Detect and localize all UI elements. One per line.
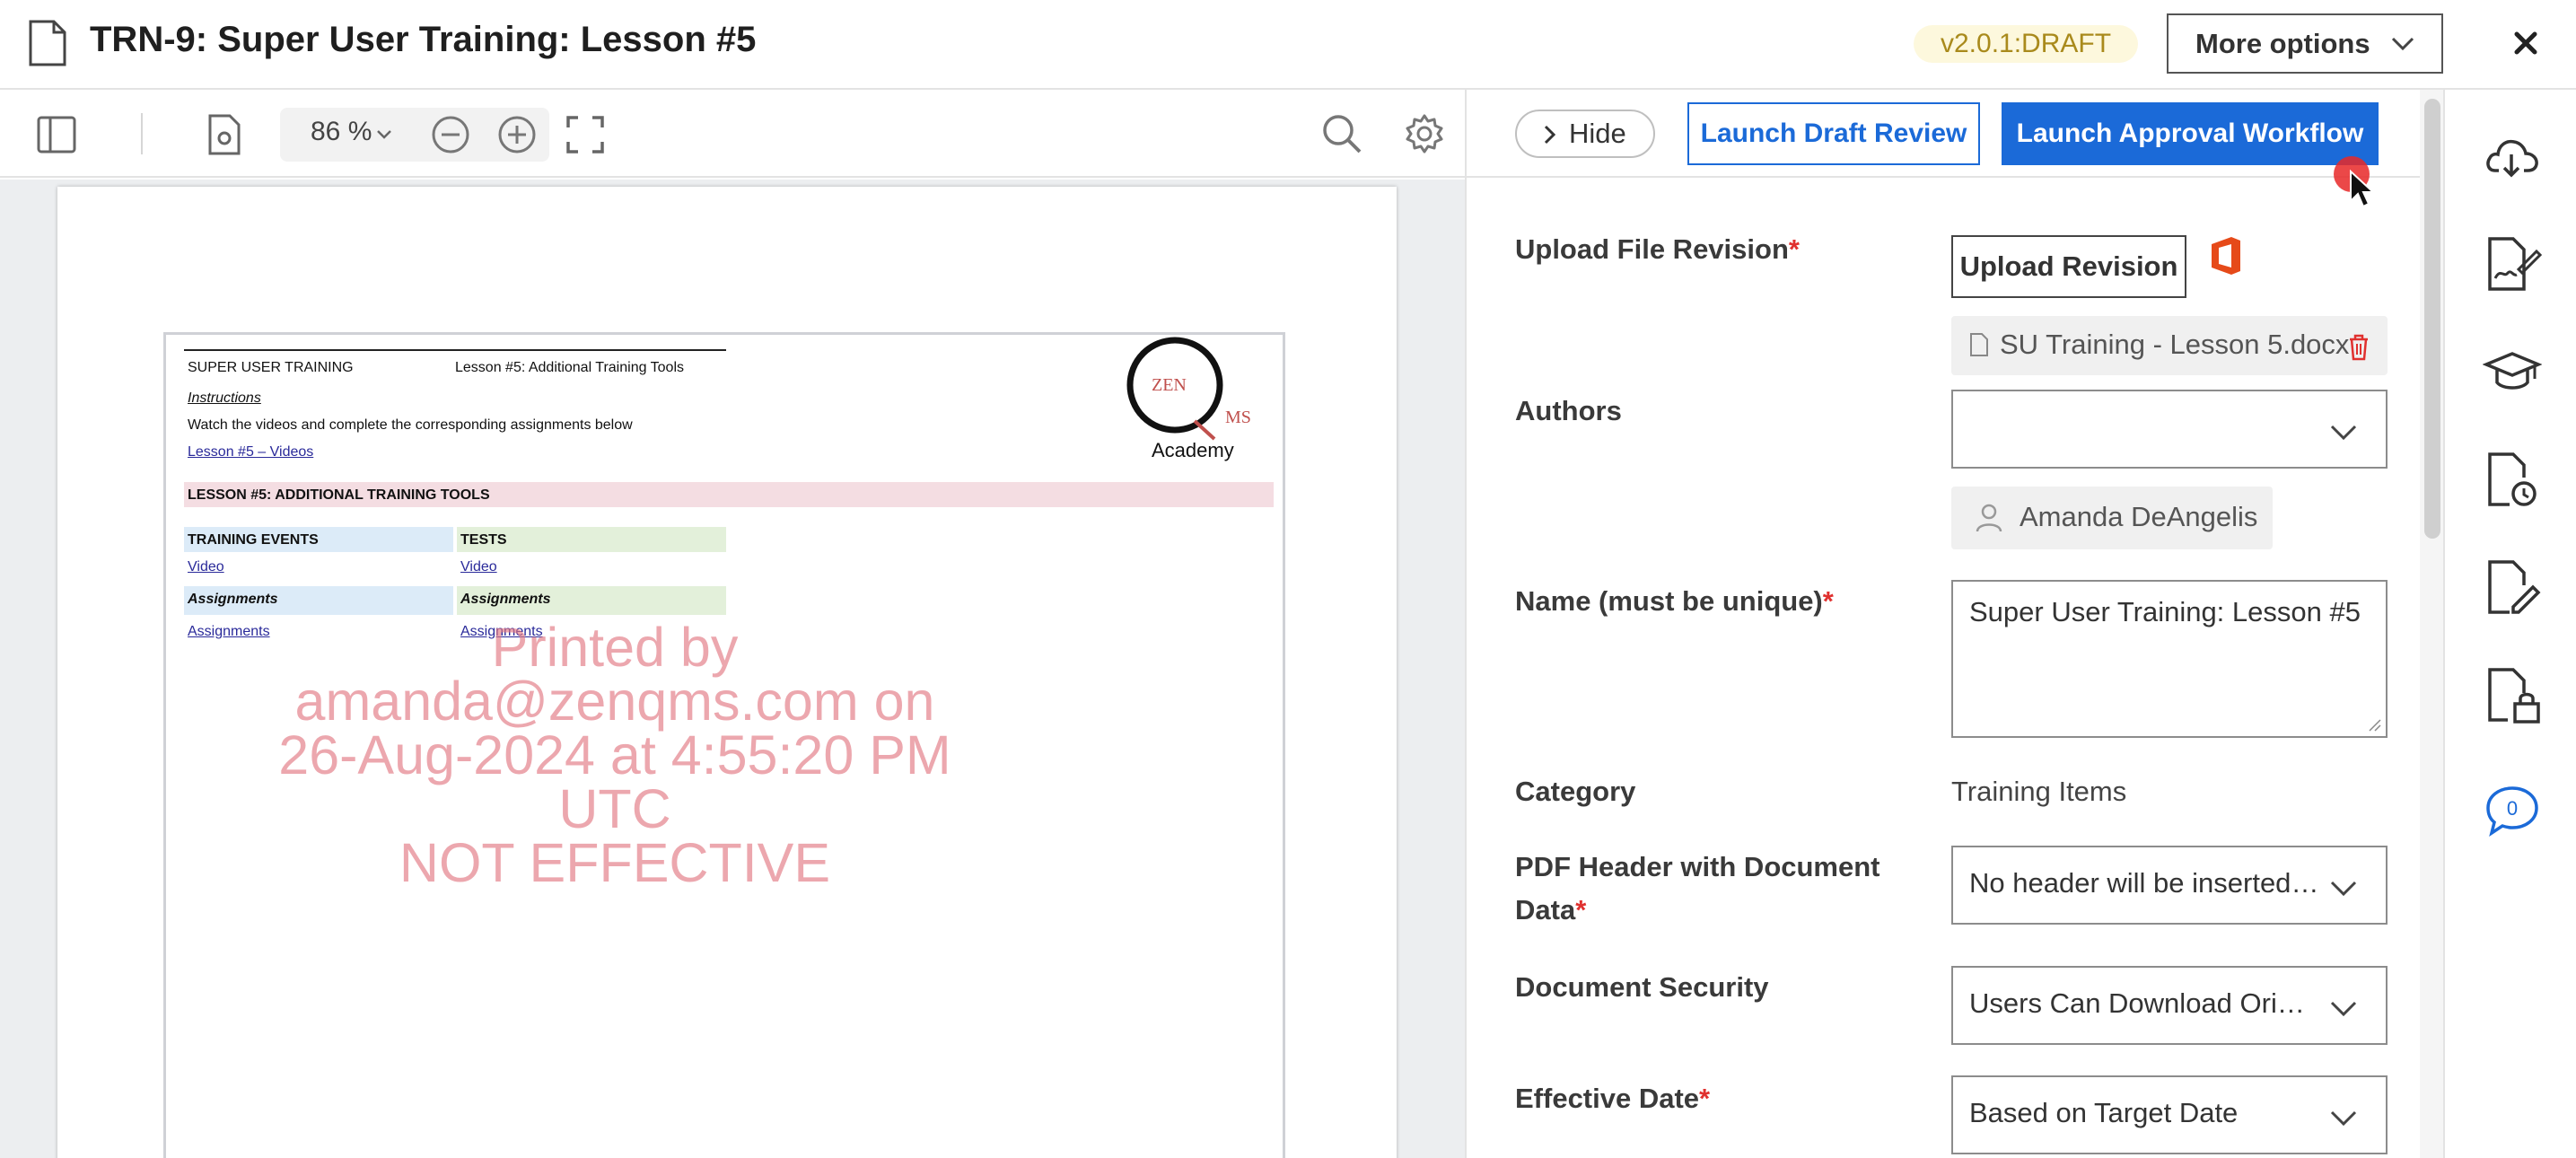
gear-icon[interactable] (1404, 113, 1445, 154)
document-history-icon[interactable] (2483, 451, 2542, 510)
zoom-out-icon[interactable] (431, 115, 470, 154)
cloud-download-icon[interactable] (2483, 127, 2542, 187)
document-lock-icon[interactable] (2483, 666, 2542, 725)
panel-scrollbar[interactable] (2420, 90, 2443, 1158)
chevron-down-icon (2330, 425, 2357, 441)
resize-handle-icon[interactable] (2366, 716, 2382, 733)
upload-revision-button[interactable]: Upload Revision (1951, 235, 2186, 298)
effective-date-label: Effective Date* (1515, 1083, 1711, 1114)
toolbar-divider (141, 113, 143, 154)
file-icon (1970, 333, 1988, 356)
panel-toolbar: Hide Launch Draft Review Launch Approval… (1467, 90, 2443, 178)
tests-video-link[interactable]: Video (460, 559, 497, 575)
authors-label: Authors (1515, 395, 1622, 426)
details-panel: Hide Launch Draft Review Launch Approval… (1465, 90, 2443, 1158)
effective-date-value: Based on Target Date (1969, 1097, 2239, 1128)
instructions-heading: Instructions (188, 390, 261, 406)
user-icon (1976, 504, 2002, 532)
hide-label: Hide (1569, 118, 1626, 149)
pdf-header-select[interactable]: No header will be inserted i... (1951, 846, 2388, 925)
uploaded-file-chip[interactable]: SU Training - Lesson 5.docx (1951, 316, 2388, 375)
zoom-value[interactable]: 86 % (311, 117, 372, 147)
uploaded-file-name: SU Training - Lesson 5.docx (2000, 329, 2350, 360)
viewer-toolbar: 86 % (0, 90, 1465, 178)
comments-count: 0 (2507, 797, 2518, 820)
document-properties-icon[interactable] (206, 113, 242, 156)
mouse-cursor-icon (2350, 169, 2375, 208)
search-icon[interactable] (1321, 113, 1362, 154)
effective-date-select[interactable]: Based on Target Date (1951, 1075, 2388, 1154)
pdf-header-value: No header will be inserted i... (1969, 867, 2319, 899)
upload-file-revision-label: Upload File Revision* (1515, 233, 1800, 265)
pdf-header-label: PDF Header with Document Data* (1515, 851, 1880, 926)
document-icon (29, 20, 66, 66)
launch-draft-review-button[interactable]: Launch Draft Review (1687, 102, 1980, 165)
watermark-line-3: NOT EFFECTIVE (399, 832, 831, 893)
document-viewer[interactable]: SUPER USER TRAINING Lesson #5: Additiona… (0, 180, 1465, 1158)
top-header: TRN-9: Super User Training: Lesson #5 v2… (0, 0, 2576, 90)
document-security-label: Document Security (1515, 971, 1769, 1003)
watermark-line-1: Printed by amanda@zenqms.com on (294, 617, 935, 732)
fullscreen-icon[interactable] (565, 115, 605, 154)
chevron-down-icon (2330, 1110, 2357, 1127)
zoom-dropdown-chevron-icon[interactable] (375, 127, 393, 142)
category-value: Training Items (1951, 776, 2127, 807)
more-options-button[interactable]: More options (2167, 13, 2443, 74)
chevron-down-icon (2391, 37, 2414, 51)
document-page: SUPER USER TRAINING Lesson #5: Additiona… (57, 187, 1397, 1158)
document-signature-icon[interactable] (2483, 235, 2542, 294)
header-rule (184, 349, 726, 351)
page-title: TRN-9: Super User Training: Lesson #5 (90, 20, 757, 59)
videos-link[interactable]: Lesson #5 – Videos (188, 444, 313, 461)
zoom-in-icon[interactable] (497, 115, 537, 154)
chevron-right-icon (1544, 125, 1556, 145)
logo-qms-text: MS (1225, 408, 1251, 427)
document-security-value: Users Can Download Origi... (1969, 987, 2319, 1019)
chevron-down-icon (2330, 881, 2357, 897)
comments-icon[interactable]: 0 (2483, 781, 2542, 840)
document-edit-icon[interactable] (2483, 558, 2542, 618)
training-video-link[interactable]: Video (188, 559, 224, 575)
instructions-text: Watch the videos and complete the corres… (188, 417, 633, 433)
logo-zen-text: ZEN (1152, 375, 1187, 395)
tests-header: TESTS (460, 532, 507, 548)
hide-panel-button[interactable]: Hide (1515, 110, 1655, 158)
document-content: SUPER USER TRAINING Lesson #5: Additiona… (163, 332, 1285, 1158)
name-input-value[interactable]: Super User Training: Lesson #5 (1969, 596, 2364, 628)
name-input[interactable]: Super User Training: Lesson #5 (1951, 580, 2388, 738)
author-chip[interactable]: Amanda DeAngelis (1951, 487, 2273, 549)
right-rail: 0 (2443, 90, 2576, 1158)
more-options-label: More options (2195, 28, 2370, 59)
logo-academy-text: Academy (1152, 439, 1234, 461)
panel-scroll-thumb[interactable] (2424, 99, 2440, 539)
authors-select[interactable] (1951, 390, 2388, 469)
lesson-title: LESSON #5: ADDITIONAL TRAINING TOOLS (188, 487, 490, 503)
watermark-line-2: 26-Aug-2024 at 4:55:20 PM UTC (278, 724, 951, 839)
version-badge: v2.0.1:DRAFT (1914, 25, 2139, 63)
assignments-heading-right: Assignments (460, 592, 551, 607)
chevron-down-icon (2330, 1001, 2357, 1017)
name-label: Name (must be unique)* (1515, 585, 1834, 617)
office-icon[interactable] (2208, 235, 2244, 276)
author-name: Amanda DeAngelis (2020, 501, 2258, 532)
category-label: Category (1515, 776, 1636, 807)
assignments-heading-left: Assignments (188, 592, 278, 607)
launch-approval-workflow-button[interactable]: Launch Approval Workflow (2002, 102, 2379, 165)
print-watermark: Printed by amanda@zenqms.com on 26-Aug-2… (256, 620, 974, 890)
doc-header-right: Lesson #5: Additional Training Tools (455, 360, 684, 375)
close-icon[interactable] (2506, 23, 2545, 63)
training-events-header: TRAINING EVENTS (188, 532, 319, 548)
trash-icon[interactable] (2346, 332, 2371, 361)
doc-header-left: SUPER USER TRAINING (188, 360, 354, 375)
document-security-select[interactable]: Users Can Download Origi... (1951, 966, 2388, 1045)
sidebar-toggle-icon[interactable] (36, 115, 77, 154)
training-cap-icon[interactable] (2483, 343, 2542, 402)
